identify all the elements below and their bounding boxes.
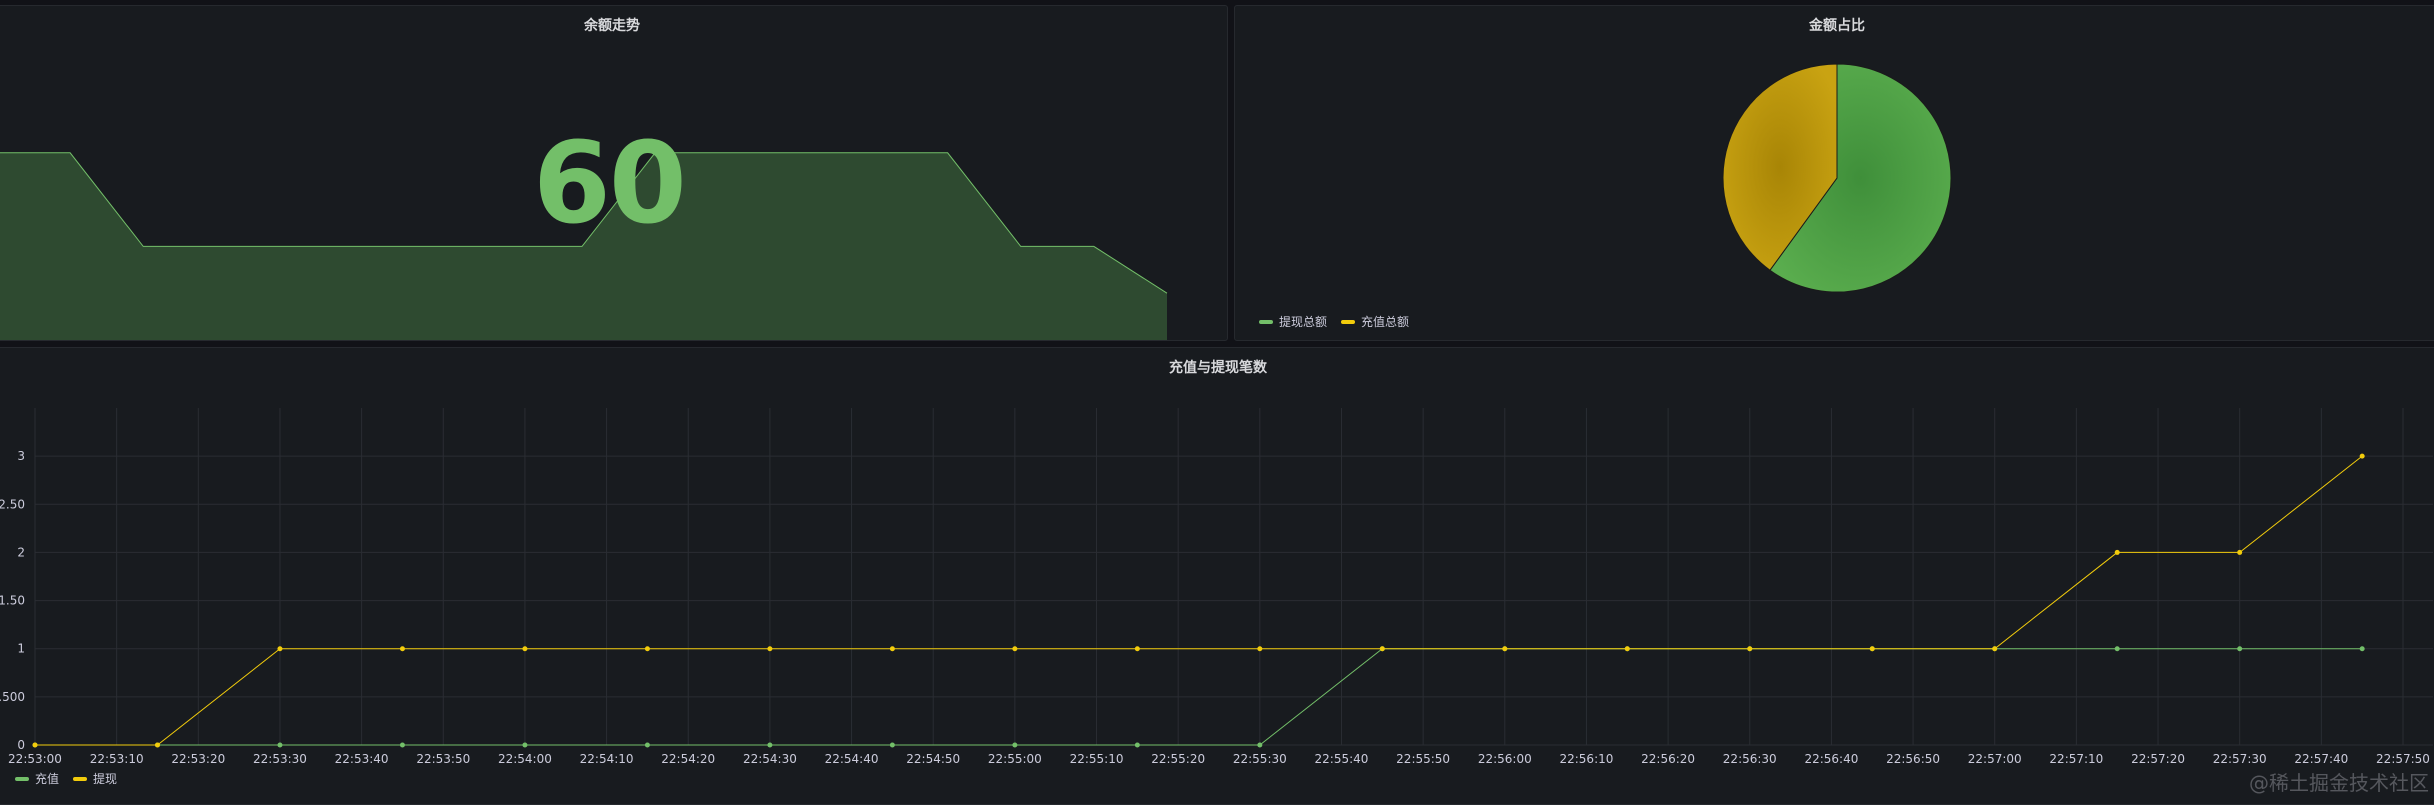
data-point bbox=[1624, 646, 1630, 652]
y-tick-label: 0.500 bbox=[0, 690, 25, 704]
legend-swatch-green bbox=[1259, 319, 1273, 324]
legend-item-recharge-total[interactable]: 充值总额 bbox=[1341, 313, 1409, 330]
data-point bbox=[767, 646, 773, 652]
x-tick-label: 22:57:20 bbox=[2131, 752, 2185, 766]
counts-panel: 充值与提现笔数 00.50011.5022.50322:53:0022:53:1… bbox=[0, 347, 2434, 805]
data-point bbox=[2359, 646, 2365, 652]
legend-swatch-yellow bbox=[73, 776, 88, 781]
data-point bbox=[2237, 646, 2243, 652]
x-tick-label: 22:55:00 bbox=[988, 752, 1042, 766]
legend-label: 提现总额 bbox=[1279, 315, 1328, 329]
watermark: @稀土掘金技术社区 bbox=[2249, 771, 2429, 795]
legend-item-withdraw-total[interactable]: 提现总额 bbox=[1259, 313, 1327, 330]
data-point bbox=[277, 646, 283, 652]
legend-label: 充值总额 bbox=[1361, 315, 1410, 329]
y-tick-label: 3 bbox=[17, 449, 25, 463]
pie-chart bbox=[1722, 63, 1952, 293]
data-point bbox=[644, 646, 650, 652]
y-tick-label: 2 bbox=[17, 545, 25, 559]
data-point bbox=[767, 742, 773, 748]
data-point bbox=[1502, 646, 1508, 652]
x-tick-label: 22:53:40 bbox=[335, 752, 389, 766]
data-point bbox=[889, 742, 895, 748]
y-tick-label: 2.50 bbox=[0, 497, 25, 511]
x-tick-label: 22:57:50 bbox=[2376, 752, 2430, 766]
data-point bbox=[154, 742, 160, 748]
y-tick-label: 1 bbox=[17, 642, 25, 656]
balance-panel: 余额走势 60 bbox=[0, 5, 1228, 341]
pie-legend: 提现总额 充值总额 bbox=[1259, 313, 1409, 330]
legend-item-withdraw[interactable]: 提现 bbox=[73, 770, 117, 787]
x-tick-label: 22:55:30 bbox=[1233, 752, 1287, 766]
x-tick-label: 22:54:10 bbox=[580, 752, 634, 766]
data-point bbox=[644, 742, 650, 748]
x-tick-label: 22:56:30 bbox=[1723, 752, 1777, 766]
x-tick-label: 22:56:10 bbox=[1559, 752, 1613, 766]
data-point bbox=[399, 646, 405, 652]
data-point bbox=[1012, 646, 1018, 652]
x-tick-label: 22:53:50 bbox=[416, 752, 470, 766]
data-point bbox=[2114, 549, 2120, 555]
data-point bbox=[1257, 742, 1263, 748]
x-tick-label: 22:55:50 bbox=[1396, 752, 1450, 766]
x-tick-label: 22:54:20 bbox=[661, 752, 715, 766]
data-point bbox=[1379, 646, 1385, 652]
data-point bbox=[1012, 742, 1018, 748]
data-point bbox=[889, 646, 895, 652]
data-point bbox=[1134, 646, 1140, 652]
legend-swatch-green bbox=[15, 776, 29, 781]
x-tick-label: 22:55:40 bbox=[1315, 752, 1369, 766]
x-tick-label: 22:53:20 bbox=[171, 752, 225, 766]
x-tick-label: 22:54:40 bbox=[825, 752, 879, 766]
data-point bbox=[1747, 646, 1753, 652]
x-tick-label: 22:57:00 bbox=[1968, 752, 2022, 766]
data-point bbox=[1992, 646, 1998, 652]
x-tick-label: 22:53:30 bbox=[253, 752, 307, 766]
x-tick-label: 22:54:30 bbox=[743, 752, 797, 766]
x-tick-label: 22:56:00 bbox=[1478, 752, 1532, 766]
balance-value: 60 bbox=[533, 119, 687, 249]
data-point bbox=[1257, 646, 1263, 652]
x-tick-label: 22:57:10 bbox=[2049, 752, 2103, 766]
data-point bbox=[522, 646, 528, 652]
counts-line-chart: 0 0.500 1 1.50 2 2.50 3 22:53:00 22:53:10 22:53:2… bbox=[0, 408, 2433, 766]
x-tick-label: 22:57:40 bbox=[2294, 752, 2348, 766]
x-tick-label: 22:53:00 bbox=[8, 752, 62, 766]
data-point bbox=[1869, 646, 1875, 652]
legend-label: 充值 bbox=[35, 772, 60, 786]
legend-label: 提现 bbox=[93, 772, 118, 786]
x-tick-label: 22:57:30 bbox=[2213, 752, 2267, 766]
data-point bbox=[32, 742, 38, 748]
x-tick-label: 22:54:50 bbox=[906, 752, 960, 766]
x-tick-label: 22:55:20 bbox=[1151, 752, 1205, 766]
x-tick-label: 22:56:40 bbox=[1804, 752, 1858, 766]
x-tick-label: 22:55:10 bbox=[1070, 752, 1124, 766]
x-tick-label: 22:56:50 bbox=[1886, 752, 1940, 766]
x-tick-label: 22:54:00 bbox=[498, 752, 552, 766]
x-tick-label: 22:53:10 bbox=[90, 752, 144, 766]
data-point bbox=[522, 742, 528, 748]
amount-share-panel: 金额占比 提现总额 充值总额 bbox=[1234, 5, 2434, 341]
data-point bbox=[399, 742, 405, 748]
data-point bbox=[2114, 646, 2120, 652]
counts-legend: 充值 提现 bbox=[15, 770, 117, 787]
y-tick-label: 0 bbox=[17, 738, 25, 752]
data-point bbox=[1134, 742, 1140, 748]
data-point bbox=[2359, 453, 2365, 459]
data-point bbox=[2237, 549, 2243, 555]
data-point bbox=[277, 742, 283, 748]
legend-swatch-yellow bbox=[1341, 319, 1356, 324]
y-tick-label: 1.50 bbox=[0, 594, 25, 608]
x-tick-label: 22:56:20 bbox=[1641, 752, 1695, 766]
legend-item-recharge[interactable]: 充值 bbox=[15, 770, 59, 787]
